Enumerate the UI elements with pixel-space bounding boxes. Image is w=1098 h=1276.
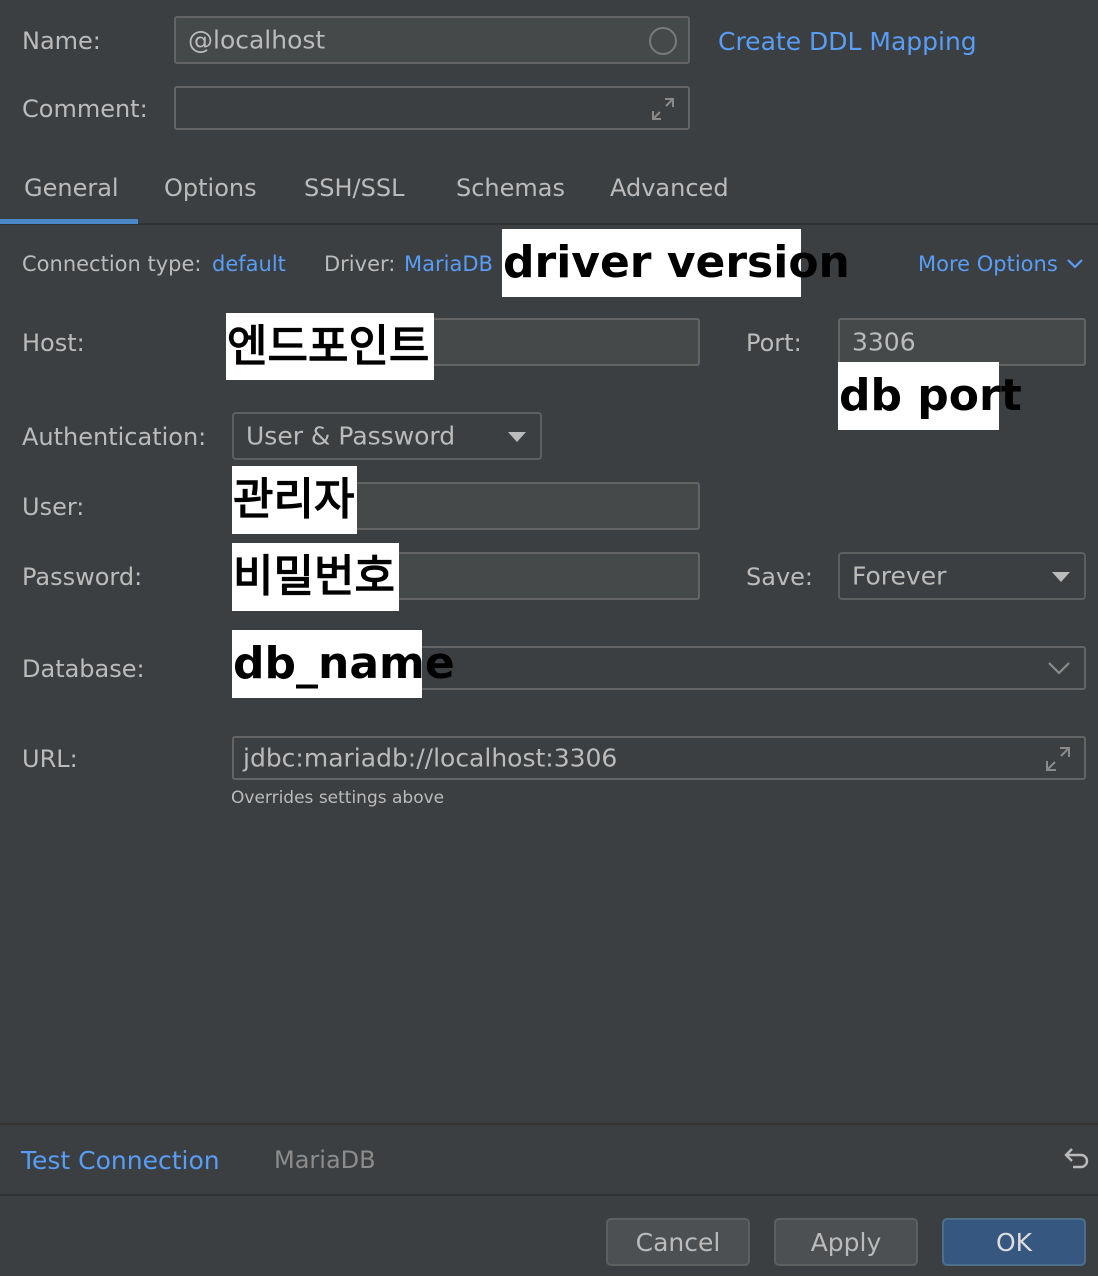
host-annotation: 엔드포인트	[226, 313, 434, 380]
authentication-label: Authentication:	[22, 423, 207, 451]
url-hint: Overrides settings above	[231, 788, 445, 808]
tab-ssh-ssl[interactable]: SSH/SSL	[304, 176, 404, 200]
user-label: User:	[22, 493, 85, 521]
name-value: @localhost	[188, 25, 326, 55]
expand-icon[interactable]	[650, 96, 676, 122]
driver-label: Driver:	[324, 252, 396, 276]
host-label: Host:	[22, 329, 85, 357]
tab-general[interactable]: General	[24, 176, 119, 200]
driver-version-annotation: driver version	[502, 229, 850, 297]
ok-button[interactable]: OK	[942, 1218, 1086, 1266]
url-label: URL:	[22, 745, 78, 773]
revert-icon[interactable]	[1062, 1146, 1090, 1174]
driver-link[interactable]: MariaDB	[404, 254, 493, 275]
tabs-separator	[0, 223, 1098, 225]
dropdown-arrow-icon	[1052, 572, 1070, 582]
data-source-dialog: Name: @localhost Create DDL Mapping Comm…	[0, 0, 1098, 1276]
footer-separator-top	[0, 1123, 1098, 1125]
port-annotation: db port	[838, 362, 1022, 430]
port-value: 3306	[852, 327, 916, 357]
more-options-link[interactable]: More Options	[918, 254, 1058, 275]
driver-name-label: MariaDB	[274, 1146, 376, 1174]
tab-active-indicator	[0, 219, 138, 224]
cancel-button[interactable]: Cancel	[606, 1218, 750, 1266]
save-label: Save:	[746, 563, 813, 591]
comment-input[interactable]	[174, 86, 690, 130]
test-connection-link[interactable]: Test Connection	[21, 1148, 220, 1173]
database-annotation: db_name	[232, 630, 455, 698]
apply-button[interactable]: Apply	[774, 1218, 918, 1266]
authentication-select[interactable]: User & Password	[232, 412, 542, 460]
name-label: Name:	[22, 27, 101, 55]
user-annotation: 관리자	[232, 466, 357, 534]
port-label: Port:	[746, 329, 802, 357]
chevron-down-icon[interactable]	[1066, 256, 1084, 272]
password-label: Password:	[22, 563, 143, 591]
tab-advanced[interactable]: Advanced	[610, 176, 729, 200]
footer-separator-bottom	[0, 1194, 1098, 1196]
port-input[interactable]: 3306	[838, 318, 1086, 366]
save-select[interactable]: Forever	[838, 552, 1086, 600]
tab-schemas[interactable]: Schemas	[456, 176, 565, 200]
save-value: Forever	[852, 561, 947, 591]
authentication-value: User & Password	[246, 421, 456, 451]
password-annotation: 비밀번호	[232, 543, 399, 611]
chevron-down-icon[interactable]	[1046, 659, 1072, 677]
connection-type-label: Connection type:	[22, 252, 202, 276]
comment-label: Comment:	[22, 95, 148, 123]
url-value: jdbc:mariadb://localhost:3306	[243, 743, 618, 773]
dropdown-arrow-icon	[508, 432, 526, 442]
url-input[interactable]: jdbc:mariadb://localhost:3306	[232, 736, 1086, 780]
connection-type-link[interactable]: default	[212, 254, 286, 275]
tab-options[interactable]: Options	[164, 176, 257, 200]
circle-icon	[649, 27, 677, 55]
create-ddl-mapping-link[interactable]: Create DDL Mapping	[718, 29, 977, 54]
expand-icon[interactable]	[1044, 745, 1072, 773]
name-input[interactable]: @localhost	[174, 16, 690, 64]
database-label: Database:	[22, 655, 145, 683]
